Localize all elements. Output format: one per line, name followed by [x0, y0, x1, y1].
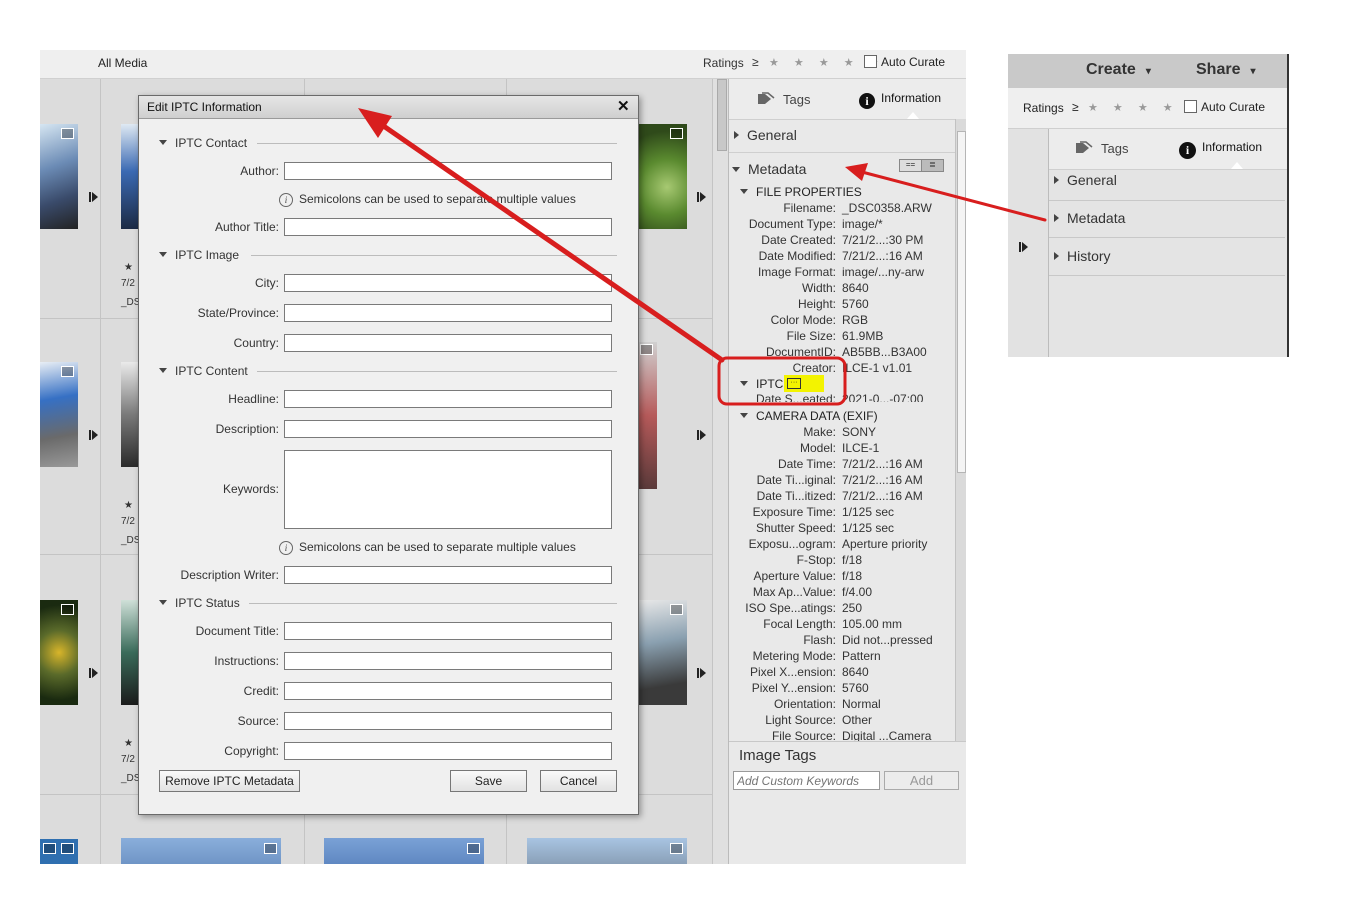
annotation-overlay [358, 108, 1047, 406]
annotation-arrowhead [845, 163, 868, 181]
annotation-highlight-box [717, 356, 847, 406]
annotation-arrow [369, 115, 725, 363]
annotation-arrowhead [358, 108, 392, 138]
annotation-arrow [860, 170, 1047, 222]
